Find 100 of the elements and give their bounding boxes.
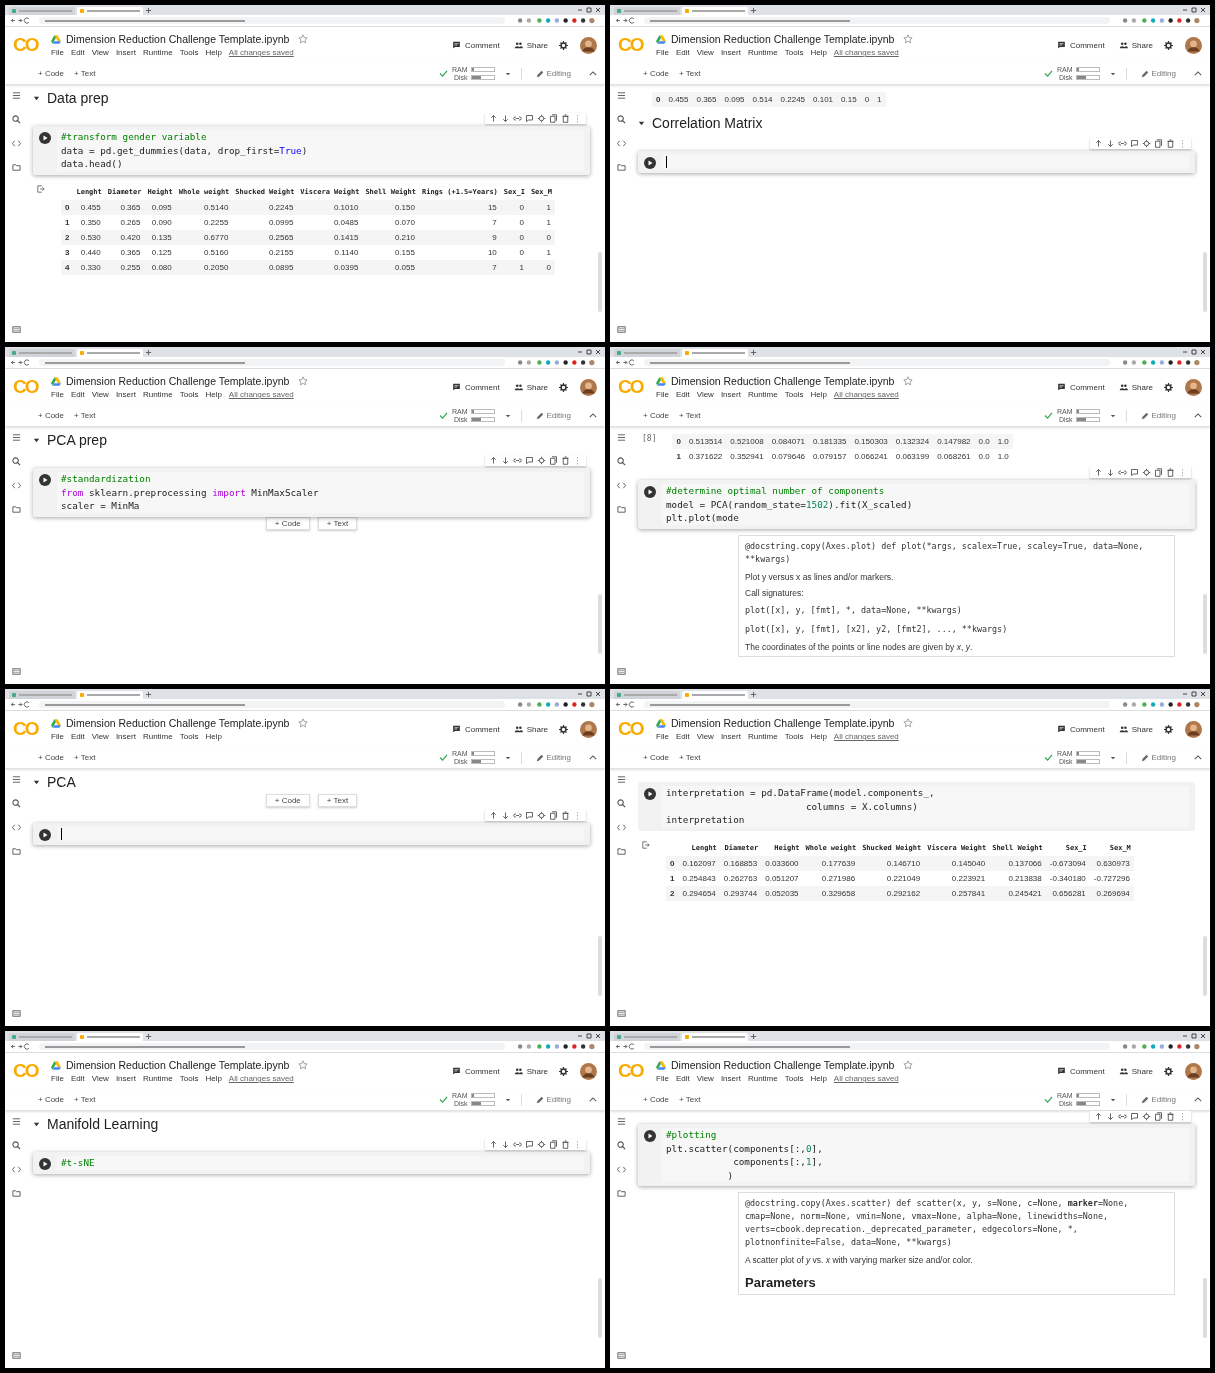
arrow-down-icon[interactable] (501, 456, 510, 465)
comment-icon[interactable] (1130, 468, 1139, 477)
star-icon[interactable] (903, 34, 914, 44)
save-status-link[interactable]: All changes saved (228, 48, 294, 57)
collapse-caret-icon[interactable] (33, 778, 40, 786)
terminal-icon[interactable] (11, 1351, 21, 1360)
menu-item[interactable]: Runtime (747, 732, 778, 741)
run-cell-icon[interactable] (644, 157, 656, 169)
arrow-down-icon[interactable] (501, 114, 510, 123)
comment-icon[interactable] (525, 811, 534, 820)
arrow-down-icon[interactable] (1106, 139, 1115, 148)
add-text-button[interactable]: + Text (71, 68, 99, 79)
menu-item[interactable]: Tools (784, 732, 804, 741)
comment-icon[interactable] (525, 114, 534, 123)
scrollbar[interactable] (598, 252, 602, 312)
code-editor[interactable]: interpretation = pd.DataFrame(model.components_, columns = X.columns) interpretation (662, 786, 1189, 827)
chevron-up-icon[interactable] (589, 1097, 597, 1102)
code-cell[interactable]: interpretation = pd.DataFrame(model.components_, columns = X.columns) interpretation (638, 782, 1195, 831)
code-brackets-icon[interactable] (616, 139, 626, 148)
settings-icon[interactable] (1164, 40, 1173, 50)
add-code-button[interactable]: + Code (35, 752, 68, 763)
menu-item[interactable]: Insert (720, 1074, 741, 1083)
share-button[interactable]: Share (510, 38, 551, 52)
menu-item[interactable]: View (91, 732, 109, 741)
folder-icon[interactable] (616, 847, 626, 856)
add-text-button[interactable]: + Text (676, 68, 704, 79)
add-text-button[interactable]: + Text (676, 1094, 704, 1105)
menu-icon[interactable] (11, 433, 21, 442)
settings-icon[interactable] (537, 456, 546, 465)
menu-item[interactable]: Help (810, 1074, 827, 1083)
menu-item[interactable]: Edit (70, 732, 85, 741)
menu-item[interactable]: File (51, 390, 64, 399)
caret-icon[interactable] (1109, 755, 1116, 760)
new-tab-icon[interactable] (750, 1033, 757, 1040)
star-icon[interactable] (298, 718, 309, 728)
window-controls-icon[interactable] (577, 6, 601, 14)
comment-button[interactable]: Comment (1053, 722, 1108, 736)
add-code-button[interactable]: + Code (35, 68, 68, 79)
share-button[interactable]: Share (1115, 38, 1156, 52)
add-code-button[interactable]: + Code (35, 1094, 68, 1105)
run-cell-icon[interactable] (39, 1158, 51, 1170)
menu-item[interactable]: Runtime (142, 390, 173, 399)
editing-button[interactable]: Editing (1136, 68, 1180, 79)
address-field[interactable] (644, 359, 1110, 366)
add-text-button[interactable]: + Text (71, 410, 99, 421)
settings-icon[interactable] (559, 1066, 568, 1076)
save-status-link[interactable]: All changes saved (228, 390, 294, 399)
add-code-button[interactable]: + Code (640, 410, 673, 421)
delete-icon[interactable] (561, 1140, 570, 1149)
editing-button[interactable]: Editing (531, 410, 575, 421)
delete-icon[interactable] (1166, 139, 1175, 148)
settings-icon[interactable] (1142, 139, 1151, 148)
arrow-up-icon[interactable] (489, 114, 498, 123)
run-cell-icon[interactable] (39, 474, 51, 486)
copy-icon[interactable] (1154, 1112, 1163, 1121)
menu-item[interactable]: Help (810, 732, 827, 741)
comment-button[interactable]: Comment (448, 722, 503, 736)
arrow-down-icon[interactable] (501, 1140, 510, 1149)
settings-icon[interactable] (537, 811, 546, 820)
avatar[interactable] (1185, 720, 1202, 738)
run-cell-icon[interactable] (644, 486, 656, 498)
search-icon[interactable] (616, 457, 626, 466)
menu-item[interactable]: Help (205, 732, 222, 741)
menu-item[interactable]: Tools (179, 1074, 199, 1083)
menu-item[interactable]: Help (810, 390, 827, 399)
code-editor[interactable]: #transform gender variable data = pd.get_dummies(data, drop_first=True) data.head() (57, 130, 584, 171)
code-editor[interactable]: #t-sNE (57, 1156, 584, 1170)
address-field[interactable] (644, 17, 1110, 24)
menu-item[interactable]: Insert (720, 732, 741, 741)
menu-icon[interactable] (616, 775, 626, 784)
run-cell-icon[interactable] (644, 1130, 656, 1142)
scrollbar[interactable] (598, 936, 602, 996)
window-controls-icon[interactable] (577, 348, 601, 356)
link-icon[interactable] (513, 811, 522, 820)
menu-item[interactable]: View (696, 390, 714, 399)
menu-item[interactable]: Insert (115, 1074, 136, 1083)
share-button[interactable]: Share (510, 722, 551, 736)
editing-button[interactable]: Editing (531, 752, 575, 763)
star-icon[interactable] (903, 376, 914, 386)
scrollbar[interactable] (1203, 1278, 1207, 1338)
search-icon[interactable] (616, 1141, 626, 1150)
code-brackets-icon[interactable] (11, 1165, 21, 1174)
address-field[interactable] (39, 701, 505, 708)
output-icon[interactable] (37, 184, 45, 193)
window-controls-icon[interactable] (577, 1032, 601, 1040)
scrollbar[interactable] (598, 594, 602, 654)
menu-item[interactable]: Insert (720, 390, 741, 399)
chevron-up-icon[interactable] (1194, 413, 1202, 418)
scrollbar[interactable] (1203, 594, 1207, 654)
add-text-button[interactable]: + Text (676, 410, 704, 421)
menu-item[interactable]: Edit (70, 1074, 85, 1083)
save-status-link[interactable]: All changes saved (833, 1074, 899, 1083)
run-cell-icon[interactable] (644, 788, 656, 800)
new-tab-icon[interactable] (145, 1033, 152, 1040)
add-code-button[interactable]: + Code (640, 68, 673, 79)
caret-icon[interactable] (1109, 413, 1116, 418)
copy-icon[interactable] (1154, 468, 1163, 477)
share-button[interactable]: Share (1115, 380, 1156, 394)
menu-item[interactable]: Insert (720, 48, 741, 57)
avatar[interactable] (580, 1062, 597, 1080)
